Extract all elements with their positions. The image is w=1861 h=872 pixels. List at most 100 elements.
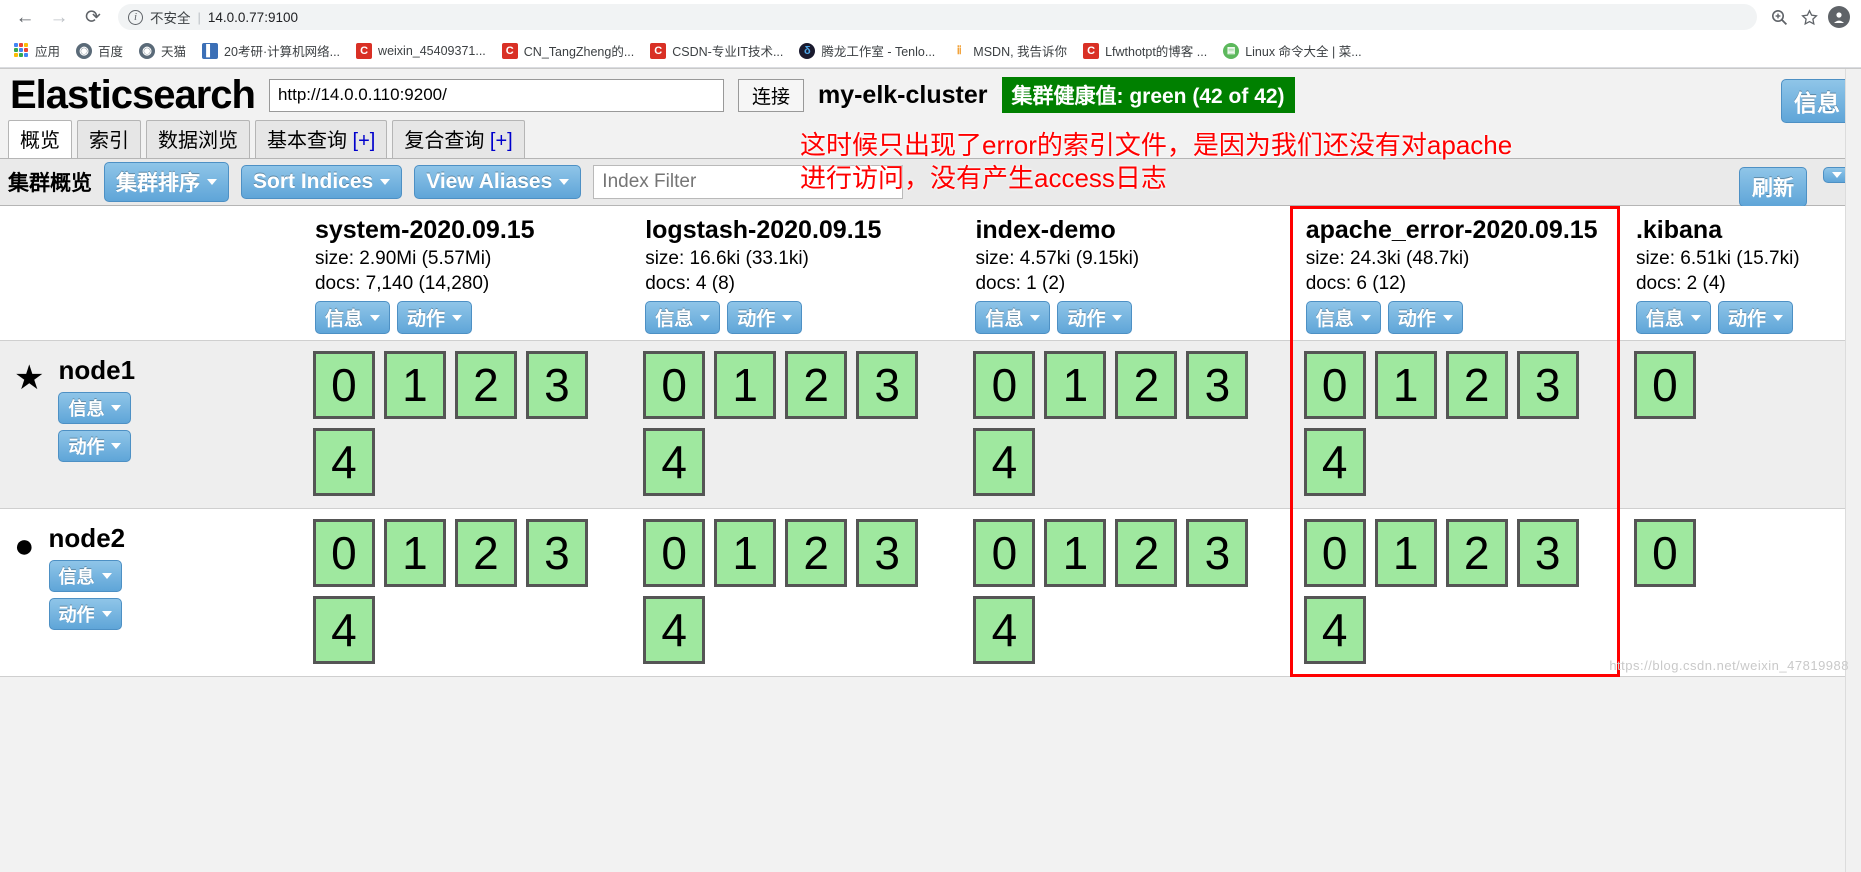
node-info-button[interactable]: 信息 — [48, 560, 122, 592]
index-action-button[interactable]: 动作 — [396, 301, 472, 334]
tab-expand-plus[interactable]: [+] — [484, 130, 513, 152]
address-bar[interactable]: i 不安全 | 14.0.0.77:9100 — [118, 4, 1757, 30]
tab-索引[interactable]: 索引 — [77, 120, 141, 158]
refresh-button[interactable]: 刷新 — [1739, 167, 1807, 207]
tab-label: 基本查询 — [267, 130, 347, 152]
reload-button[interactable]: ⟳ — [76, 0, 110, 34]
sort-indices-button[interactable]: Sort Indices — [241, 165, 403, 199]
shard-box[interactable]: 2 — [454, 351, 517, 419]
shard-box[interactable]: 3 — [856, 351, 919, 419]
shard-box[interactable]: 0 — [312, 519, 375, 587]
shard-box[interactable]: 1 — [383, 519, 446, 587]
shard-box[interactable]: 2 — [454, 519, 517, 587]
zoom-icon[interactable] — [1765, 3, 1793, 31]
tab-label: 数据浏览 — [158, 130, 238, 152]
bookmark-item[interactable]: C CSDN-专业IT技术... — [643, 38, 790, 63]
shard-box[interactable]: 4 — [643, 428, 706, 496]
node-info-button-label: 信息 — [58, 567, 95, 587]
forward-button[interactable]: → — [42, 0, 76, 34]
bookmark-item[interactable]: ▤ Linux 命令大全 | 菜... — [1216, 38, 1368, 63]
index-action-button[interactable]: 动作 — [1057, 301, 1133, 334]
shard-box[interactable]: 4 — [643, 596, 706, 664]
index-action-button[interactable]: 动作 — [1387, 301, 1463, 334]
bookmark-item[interactable]: Cweixin_45409371... — [349, 40, 493, 62]
bookmark-item[interactable]: ▌ 20考研·计算机网络... — [195, 38, 347, 63]
shard-box[interactable]: 0 — [973, 351, 1036, 419]
site-info-icon[interactable]: i — [128, 9, 143, 25]
back-button[interactable]: ← — [8, 0, 42, 34]
shard-box[interactable]: 0 — [973, 519, 1036, 587]
shard-box[interactable]: 3 — [1186, 351, 1249, 419]
shard-box[interactable]: 2 — [785, 351, 848, 419]
shard-box[interactable]: 0 — [1633, 351, 1696, 419]
shard-box[interactable]: 4 — [1303, 596, 1366, 664]
index-docs: docs: 2 (4) — [1635, 273, 1726, 295]
index-info-button[interactable]: 信息 — [1305, 301, 1381, 334]
shard-box[interactable]: 3 — [1516, 351, 1579, 419]
shard-box[interactable]: 4 — [312, 428, 375, 496]
chevron-down-icon — [1772, 314, 1783, 321]
shard-box[interactable]: 3 — [1186, 519, 1249, 587]
shard-box[interactable]: 4 — [973, 428, 1036, 496]
profile-avatar[interactable] — [1825, 3, 1853, 31]
tab-数据浏览[interactable]: 数据浏览 — [146, 120, 250, 158]
tab-概览[interactable]: 概览 — [8, 120, 72, 158]
tab-复合查询[interactable]: 复合查询 [+] — [392, 120, 525, 158]
index-info-button[interactable]: 信息 — [314, 301, 390, 334]
shard-box[interactable]: 1 — [383, 351, 446, 419]
shard-box[interactable]: 3 — [525, 519, 588, 587]
shard-box[interactable]: 0 — [1633, 519, 1696, 587]
page-scrollbar[interactable] — [1845, 69, 1861, 872]
shard-box[interactable]: 3 — [856, 519, 919, 587]
shard-box[interactable]: 3 — [525, 351, 588, 419]
node-action-button[interactable]: 动作 — [48, 598, 122, 630]
tab-基本查询[interactable]: 基本查询 [+] — [255, 120, 388, 158]
shard-box[interactable]: 4 — [1303, 428, 1366, 496]
bookmark-item[interactable]: ◉ 天猫 — [132, 38, 193, 63]
bookmark-item[interactable]: C Lfwthotpt的博客 ... — [1076, 38, 1214, 63]
shard-box[interactable]: 4 — [312, 596, 375, 664]
sort-cluster-button[interactable]: 集群排序 — [104, 162, 229, 202]
shard-box[interactable]: 0 — [643, 519, 706, 587]
shard-box[interactable]: 1 — [1374, 519, 1437, 587]
shard-box[interactable]: 2 — [1115, 519, 1178, 587]
bookmark-item[interactable]: ◉ 百度 — [69, 38, 130, 63]
shard-box[interactable]: 1 — [714, 351, 777, 419]
index-size: size: 6.51ki (15.7ki) — [1635, 247, 1800, 269]
cluster-url-input[interactable] — [268, 78, 724, 112]
shard-box[interactable]: 1 — [714, 519, 777, 587]
shard-box[interactable]: 0 — [643, 351, 706, 419]
shard-box[interactable]: 2 — [1115, 351, 1178, 419]
bookmark-item[interactable]: δ 腾龙工作室 - Tenlo... — [792, 38, 942, 63]
shard-box[interactable]: 2 — [1445, 519, 1508, 587]
tab-expand-plus[interactable]: [+] — [347, 130, 376, 152]
view-aliases-button[interactable]: View Aliases — [414, 165, 582, 199]
shard-box[interactable]: 0 — [312, 351, 375, 419]
index-action-button[interactable]: 动作 — [1717, 301, 1793, 334]
bookmark-item[interactable]: 应用 — [6, 38, 67, 63]
shard-box[interactable]: 2 — [1445, 351, 1508, 419]
index-info-button[interactable]: 信息 — [1635, 301, 1711, 334]
shard-cell: 0123 4 — [629, 340, 960, 509]
shard-box[interactable]: 0 — [1303, 351, 1366, 419]
shard-box[interactable]: 3 — [1516, 519, 1579, 587]
node-info-button[interactable]: 信息 — [58, 392, 132, 424]
bookmark-item[interactable]: ⅱ MSDN, 我告诉你 — [944, 38, 1074, 63]
header-info-button[interactable]: 信息 — [1781, 79, 1853, 123]
bookmark-label: 腾龙工作室 - Tenlo... — [821, 45, 936, 59]
index-filter-input[interactable] — [593, 165, 904, 199]
shard-box[interactable]: 2 — [785, 519, 848, 587]
connect-button[interactable]: 连接 — [737, 78, 804, 112]
shard-box[interactable]: 1 — [1374, 351, 1437, 419]
shard-box[interactable]: 0 — [1303, 519, 1366, 587]
node-action-button[interactable]: 动作 — [58, 430, 132, 462]
index-action-button[interactable]: 动作 — [727, 301, 803, 334]
index-info-button[interactable]: 信息 — [975, 301, 1051, 334]
index-info-button[interactable]: 信息 — [645, 301, 721, 334]
shard-box[interactable]: 1 — [1044, 519, 1107, 587]
shard-box[interactable]: 4 — [973, 596, 1036, 664]
index-table: system-2020.09.15 size: 2.90Mi (5.57Mi) do… — [0, 206, 1861, 677]
bookmark-star-icon[interactable] — [1795, 3, 1823, 31]
shard-box[interactable]: 1 — [1044, 351, 1107, 419]
bookmark-item[interactable]: C CN_TangZheng的... — [495, 38, 641, 63]
